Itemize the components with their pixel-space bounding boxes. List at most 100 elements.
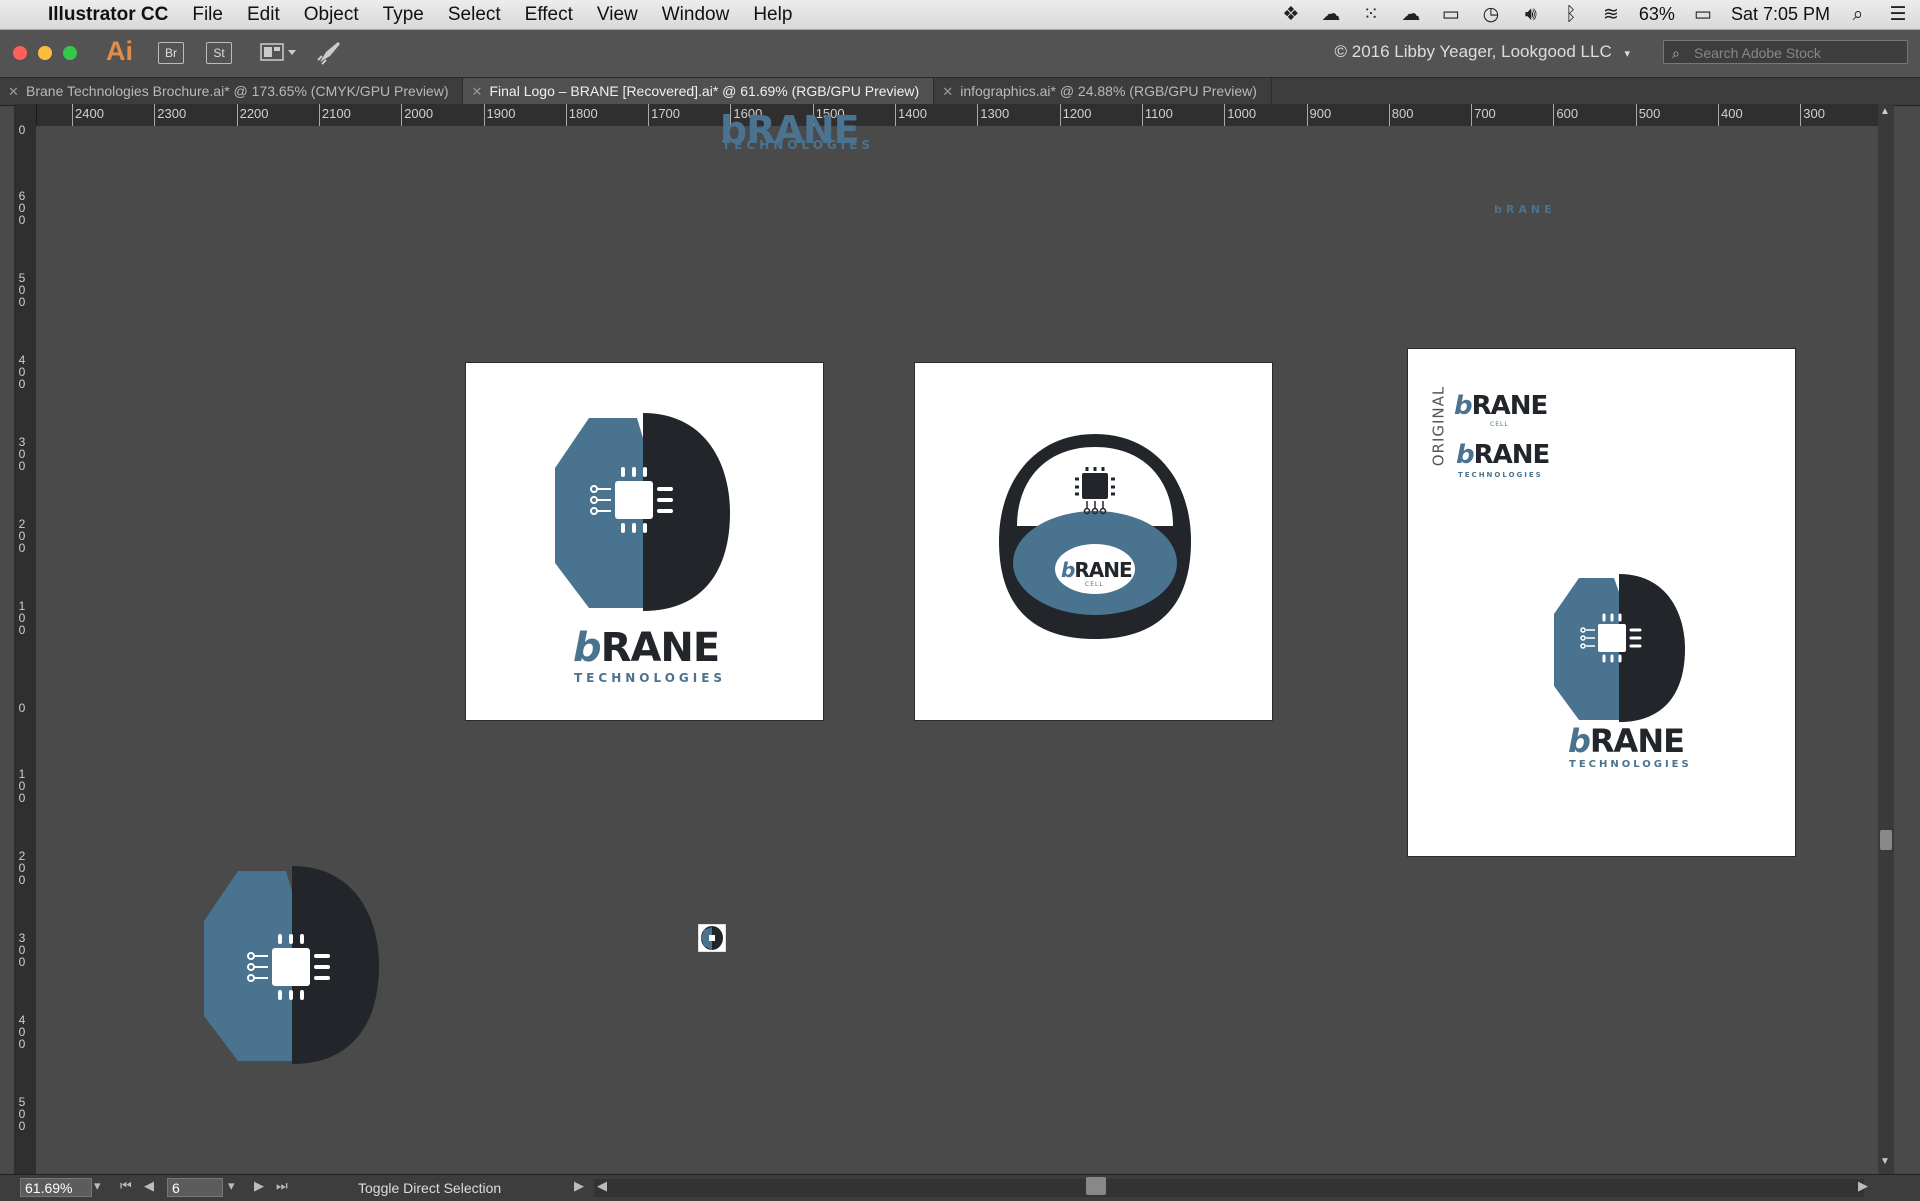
adobe-stock-search-input[interactable]: ⌕ Search Adobe Stock — [1663, 40, 1908, 64]
vertical-scroll-thumb[interactable] — [1880, 830, 1892, 850]
battery-icon[interactable]: ▭ — [1691, 3, 1715, 26]
spotlight-search-icon[interactable]: ⌕ — [1846, 4, 1870, 26]
ruler-tick — [1800, 104, 1802, 126]
ruler-tick — [648, 104, 650, 126]
menu-object[interactable]: Object — [292, 4, 371, 26]
ruler-tick — [1059, 104, 1061, 126]
tiny-logo-icon[interactable] — [698, 924, 726, 952]
ruler-label: 500 — [1638, 106, 1661, 121]
battery-percent[interactable]: 63% — [1639, 4, 1675, 25]
brane-cell-logo — [999, 434, 1191, 639]
status-menu-icon[interactable]: ▶ — [574, 1178, 584, 1194]
close-tab-icon[interactable]: ✕ — [471, 78, 482, 105]
artboard-2[interactable]: bRANE CELL — [915, 363, 1272, 720]
vertical-ruler[interactable]: 0 600 500 400 300 200 100 0 100 200 300 400 500 — [14, 104, 37, 1174]
ruler-tick — [318, 104, 320, 126]
scroll-down-icon[interactable]: ▼ — [1880, 1156, 1890, 1167]
logo1-tagline: CELL — [1490, 421, 1509, 428]
ruler-tick — [401, 104, 403, 126]
wordmark-rest: RANE — [600, 625, 721, 671]
menu-effect[interactable]: Effect — [513, 4, 585, 26]
horizontal-scrollbar[interactable] — [594, 1179, 1864, 1197]
ruler-label: 500 — [18, 1095, 26, 1133]
stock-button[interactable]: St — [206, 42, 232, 64]
first-artboard-icon[interactable]: ⏮ — [120, 1178, 132, 1194]
menu-file[interactable]: File — [180, 4, 235, 26]
tab-final-logo[interactable]: ✕ Final Logo – BRANE [Recovered].ai* @ 6… — [463, 78, 935, 105]
ruler-tick — [1141, 104, 1143, 126]
time-machine-icon[interactable]: ◷ — [1479, 3, 1503, 26]
close-tab-icon[interactable]: ✕ — [942, 78, 953, 105]
cloud-icon[interactable]: ☁ — [1399, 3, 1423, 26]
ruler-label: 900 — [1309, 106, 1332, 121]
ruler-label: 1800 — [568, 106, 598, 121]
ruler-label: 400 — [18, 353, 26, 391]
ruler-tick — [1635, 104, 1637, 126]
zoom-window-button[interactable] — [63, 46, 77, 60]
ruler-label: 400 — [1721, 106, 1743, 121]
creative-cloud-icon[interactable]: ☁ — [1319, 3, 1343, 26]
artboard-3[interactable]: ORIGINAL bRANE CELL bRANE TECHNOLOGIES b… — [1408, 349, 1795, 856]
menu-type[interactable]: Type — [371, 4, 436, 26]
horizontal-ruler[interactable]: 2400 2300 2200 2100 2000 1900 1800 1700 1600 1500… — [14, 104, 1894, 127]
ruler-label: 2200 — [239, 106, 269, 121]
horizontal-scroll-thumb[interactable] — [1086, 1177, 1106, 1195]
tab-brochure[interactable]: ✕ Brane Technologies Brochure.ai* @ 173.… — [0, 78, 464, 105]
wordmark-rest: RANE — [1473, 440, 1551, 470]
volume-icon[interactable]: 🔊︎ — [1519, 4, 1543, 26]
menu-view[interactable]: View — [585, 4, 650, 26]
notification-center-icon[interactable]: ☰ — [1886, 3, 1910, 26]
last-artboard-icon[interactable]: ⏭ — [276, 1178, 288, 1194]
menu-edit[interactable]: Edit — [235, 4, 292, 26]
artboard-1[interactable]: bRANE TECHNOLOGIES — [466, 363, 823, 720]
wordmark-b: b — [1568, 722, 1591, 760]
scroll-left-icon[interactable]: ◀ — [597, 1178, 607, 1194]
zoom-field[interactable]: 61.69% — [20, 1178, 92, 1197]
ruler-label: 300 — [18, 435, 26, 473]
wordmark-rest: RANE — [1589, 722, 1685, 760]
minimize-window-button[interactable] — [38, 46, 52, 60]
app-menu[interactable]: Illustrator CC — [36, 4, 180, 26]
grid-dots-icon[interactable]: ⁙ — [1359, 3, 1383, 26]
artboard-number-field[interactable]: 6 — [167, 1178, 223, 1197]
close-tab-icon[interactable]: ✕ — [8, 78, 19, 105]
vertical-scrollbar[interactable]: ▲ ▼ — [1878, 104, 1894, 1174]
scroll-up-icon[interactable]: ▲ — [1880, 106, 1890, 117]
scroll-right-icon[interactable]: ▶ — [1858, 1178, 1868, 1194]
previous-artboard-icon[interactable]: ◀ — [144, 1178, 154, 1194]
small-wordmark[interactable]: bRANE — [1494, 203, 1556, 216]
zoom-dropdown-icon[interactable]: ▾ — [94, 1178, 101, 1194]
ruler-label: 1000 — [1227, 106, 1257, 121]
artboard-dropdown-icon[interactable]: ▾ — [228, 1178, 235, 1194]
user-account-menu[interactable]: © 2016 Libby Yeager, Lookgood LLC ▾ — [1335, 42, 1630, 62]
menu-window[interactable]: Window — [650, 4, 742, 26]
wordmark-rest: RANE — [1471, 391, 1549, 421]
wordmark-rest: RANE — [1074, 558, 1132, 582]
menu-select[interactable]: Select — [436, 4, 513, 26]
next-artboard-icon[interactable]: ▶ — [254, 1178, 264, 1194]
status-text[interactable]: Toggle Direct Selection — [358, 1180, 501, 1196]
ruler-label: 100 — [18, 767, 26, 805]
gpu-performance-button[interactable] — [316, 38, 344, 66]
clock[interactable]: Sat 7:05 PM — [1731, 4, 1830, 25]
close-window-button[interactable] — [13, 46, 27, 60]
main-wordmark: bRANE — [1568, 722, 1685, 760]
bridge-button[interactable]: Br — [158, 42, 184, 64]
ruler-label: 100 — [18, 599, 26, 637]
menu-help[interactable]: Help — [741, 4, 804, 26]
wordmark: bRANE — [573, 625, 721, 671]
ruler-label: 2100 — [321, 106, 351, 121]
loose-brain-chip-logo[interactable] — [204, 866, 386, 1066]
ruler-label: 1700 — [651, 106, 681, 121]
wifi-icon[interactable]: ≋ — [1599, 3, 1623, 26]
top-tagline[interactable]: TECHNOLOGIES — [722, 138, 874, 152]
tab-infographics[interactable]: ✕ infographics.ai* @ 24.88% (RGB/GPU Pre… — [934, 78, 1272, 105]
airplay-icon[interactable]: ▭ — [1439, 3, 1463, 26]
status-bar: 61.69% ▾ ⏮ ◀ 6 ▾ ▶ ⏭ Toggle Direct Selec… — [0, 1174, 1920, 1201]
arrange-documents-button[interactable] — [260, 42, 298, 62]
canvas[interactable]: bRANE TECHNOLOGIES bRANE bRANE TECHNOLOG… — [36, 108, 1878, 1174]
ruler-label: 1200 — [1062, 106, 1092, 121]
dropbox-icon[interactable]: ❖ — [1279, 3, 1303, 26]
ruler-label: 600 — [1556, 106, 1579, 121]
bluetooth-icon[interactable]: ᛒ — [1559, 4, 1583, 26]
